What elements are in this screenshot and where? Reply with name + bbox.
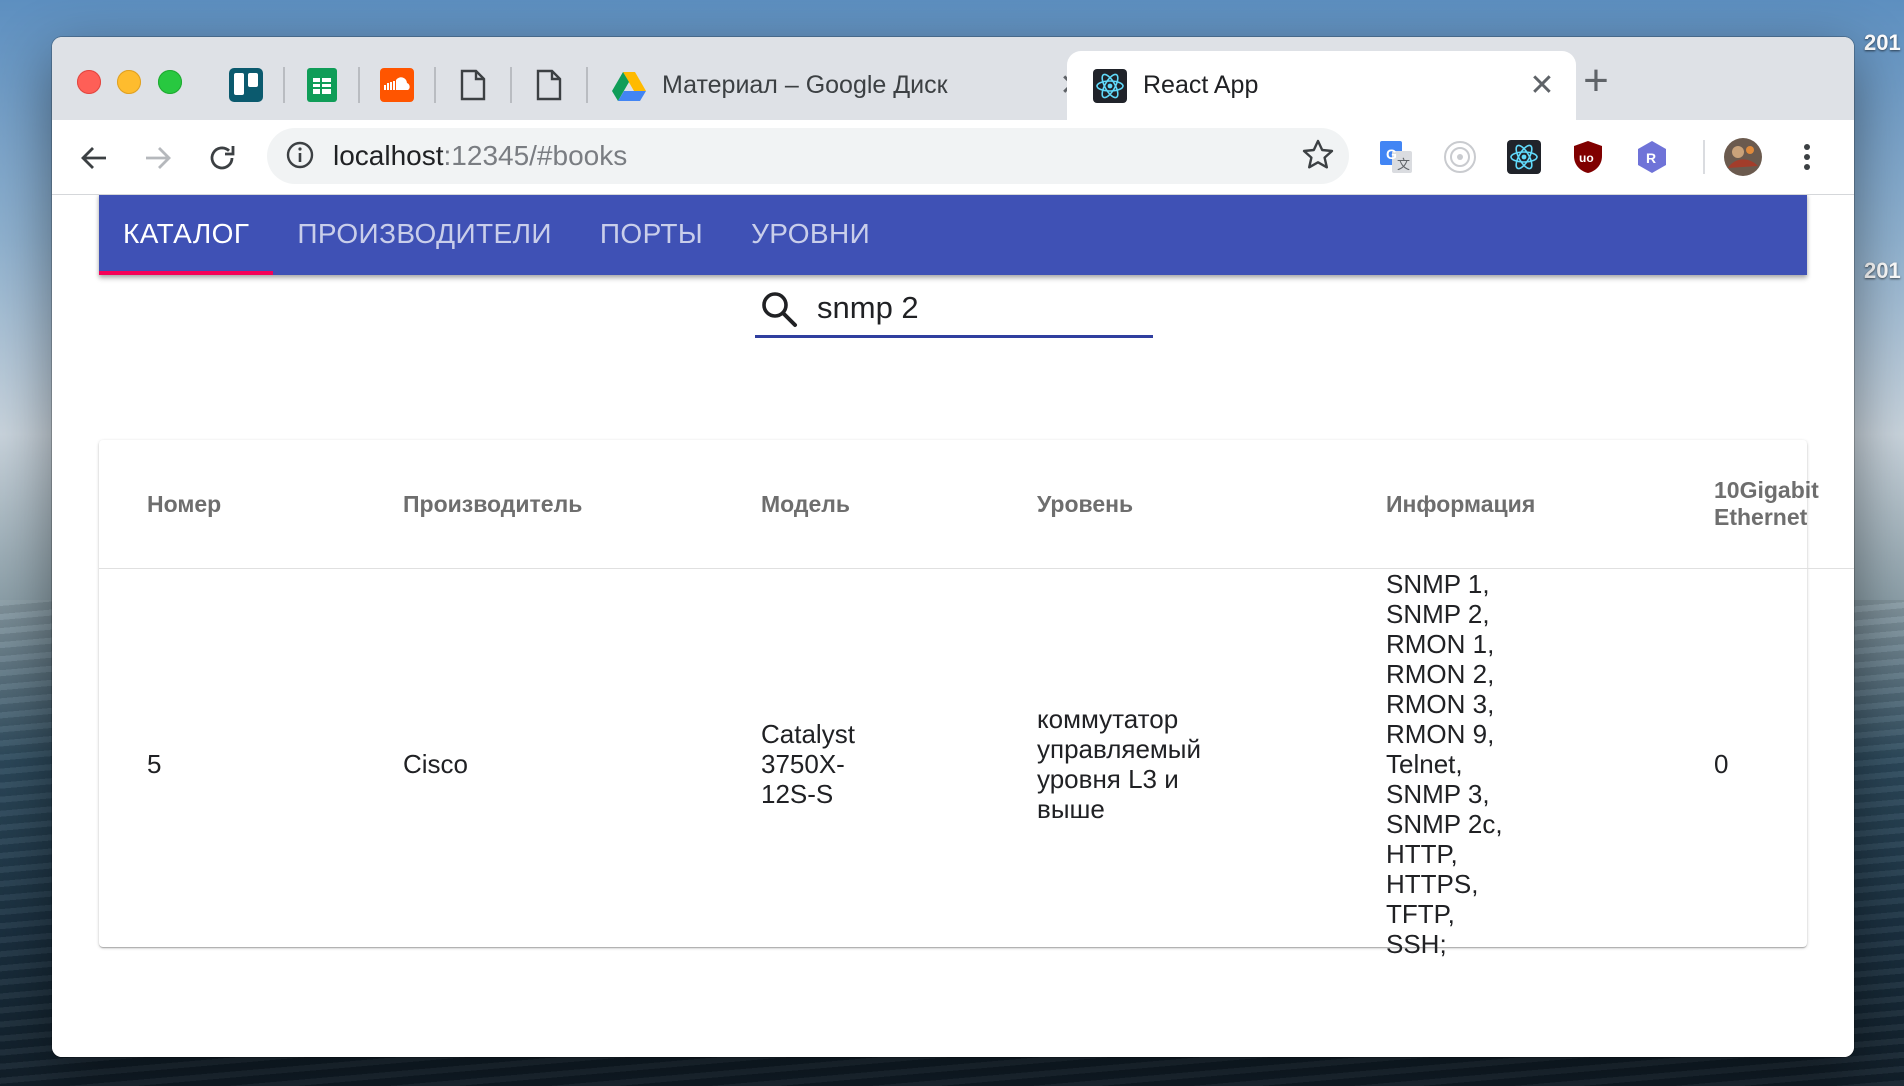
column-header-number[interactable]: Номер (99, 440, 403, 569)
ublock-extension[interactable]: uo (1569, 138, 1607, 176)
minimize-window-button[interactable] (117, 70, 141, 94)
table-row[interactable]: 5 Cisco Catalyst 3750X-12S-S коммутатор … (99, 569, 1854, 960)
pinned-tab-document[interactable] (513, 63, 585, 107)
soundcloud-icon (380, 68, 414, 102)
browser-menu-button[interactable] (1788, 138, 1826, 176)
maximize-window-button[interactable] (158, 70, 182, 94)
circle-extension[interactable] (1441, 138, 1479, 176)
model-text: Catalyst 3750X-12S-S (761, 719, 855, 809)
search-field[interactable] (755, 283, 1153, 338)
tab-title: Материал – Google Диск (662, 71, 948, 99)
app-bar: КАТАЛОГ ПРОИЗВОДИТЕЛИ ПОРТЫ УРОВНИ (99, 195, 1807, 275)
bookmark-star-icon[interactable] (1301, 138, 1335, 172)
address-bar[interactable]: localhost:12345/#books (267, 128, 1349, 184)
more-vert-icon (1804, 144, 1810, 170)
tab-separator (283, 67, 285, 103)
column-header-level[interactable]: Уровень (1037, 440, 1386, 569)
extension-circle-icon (1444, 141, 1476, 173)
back-button[interactable] (72, 136, 116, 180)
page-content: КАТАЛОГ ПРОИЗВОДИТЕЛИ ПОРТЫ УРОВНИ Номер… (52, 195, 1854, 1057)
cell-model: Catalyst 3750X-12S-S (761, 569, 1037, 960)
react-devtools-icon (1507, 140, 1541, 174)
tab-manufacturers[interactable]: ПРОИЗВОДИТЕЛИ (273, 195, 575, 275)
reload-button[interactable] (200, 136, 244, 180)
react-icon (1093, 68, 1127, 103)
reload-icon (210, 146, 235, 170)
document-icon (536, 69, 562, 101)
column-header-10gigabit[interactable]: 10Gigabit Ethernet (1714, 440, 1854, 569)
tab-react-app[interactable]: React App ✕ (1067, 51, 1576, 120)
tab-google-drive[interactable]: Материал – Google Диск ✕ (612, 51, 1106, 120)
browser-toolbar: localhost:12345/#books G文 uo R (52, 120, 1854, 195)
desktop-label: 201 (1864, 30, 1901, 55)
close-tab-icon[interactable]: ✕ (1526, 68, 1558, 103)
cell-number: 5 (147, 749, 162, 779)
table-header-row: Номер Производитель Модель Уровень Инфор… (99, 440, 1854, 569)
tab-catalog[interactable]: КАТАЛОГ (99, 195, 274, 275)
info-text: SNMP 1, SNMP 2, RMON 1, RMON 2, RMON 3, … (1386, 569, 1503, 959)
trello-icon (229, 68, 263, 102)
search-input[interactable] (817, 287, 1137, 329)
tab-separator (434, 67, 436, 103)
profile-avatar (1724, 138, 1762, 176)
google-translate-extension[interactable]: G文 (1377, 138, 1415, 176)
svg-text:R: R (1646, 150, 1656, 166)
back-arrow-icon (81, 147, 106, 169)
cell-10gigabit: 0 (1714, 749, 1729, 779)
react-devtools-extension[interactable] (1505, 138, 1543, 176)
column-header-model[interactable]: Модель (761, 440, 1037, 569)
redux-icon: R (1638, 141, 1666, 173)
cell-info: SNMP 1, SNMP 2, RMON 1, RMON 2, RMON 3, … (1386, 569, 1714, 959)
ublock-icon: uo (1574, 141, 1602, 173)
pinned-tab-sheets[interactable] (286, 63, 358, 107)
tab-separator (510, 67, 512, 103)
document-icon (460, 69, 486, 101)
svg-text:uo: uo (1579, 151, 1594, 165)
profile-button[interactable] (1724, 138, 1762, 176)
svg-text:G: G (1386, 146, 1397, 162)
svg-text:文: 文 (1397, 157, 1410, 172)
pinned-tab-trello[interactable] (210, 63, 282, 107)
url-text[interactable]: localhost:12345/#books (333, 140, 627, 172)
column-header-manufacturer[interactable]: Производитель (403, 440, 761, 569)
tab-strip: Материал – Google Диск ✕ React App ✕ + (52, 37, 1854, 120)
toolbar-separator (1703, 140, 1705, 174)
redux-extension[interactable]: R (1633, 138, 1671, 176)
tab-separator (358, 67, 360, 103)
tab-separator (586, 67, 588, 103)
cell-level: коммутатор управляемый уровня L3 и выше (1037, 569, 1386, 960)
level-text: коммутатор управляемый уровня L3 и выше (1037, 704, 1202, 824)
forward-button[interactable] (136, 136, 180, 180)
pinned-tab-soundcloud[interactable] (361, 63, 433, 107)
search-icon (762, 292, 797, 327)
cell-manufacturer: Cisco (403, 749, 469, 779)
url-path: :12345/#books (443, 140, 628, 171)
google-translate-icon: G文 (1380, 141, 1412, 173)
browser-window: Материал – Google Диск ✕ React App ✕ + l… (52, 37, 1854, 1057)
column-header-info[interactable]: Информация (1386, 440, 1714, 569)
tab-title: React App (1143, 71, 1259, 99)
desktop-label: 201 (1864, 258, 1901, 283)
google-sheets-icon (307, 68, 337, 102)
tab-ports[interactable]: ПОРТЫ (576, 195, 727, 275)
tab-levels[interactable]: УРОВНИ (727, 195, 894, 275)
pinned-tab-document[interactable] (437, 63, 509, 107)
url-host: localhost (333, 140, 444, 171)
new-tab-button[interactable]: + (1574, 59, 1618, 103)
info-icon[interactable] (285, 140, 315, 170)
google-drive-icon (612, 71, 646, 101)
close-window-button[interactable] (77, 70, 101, 94)
forward-arrow-icon (146, 147, 171, 169)
catalog-table: Номер Производитель Модель Уровень Инфор… (99, 440, 1854, 959)
